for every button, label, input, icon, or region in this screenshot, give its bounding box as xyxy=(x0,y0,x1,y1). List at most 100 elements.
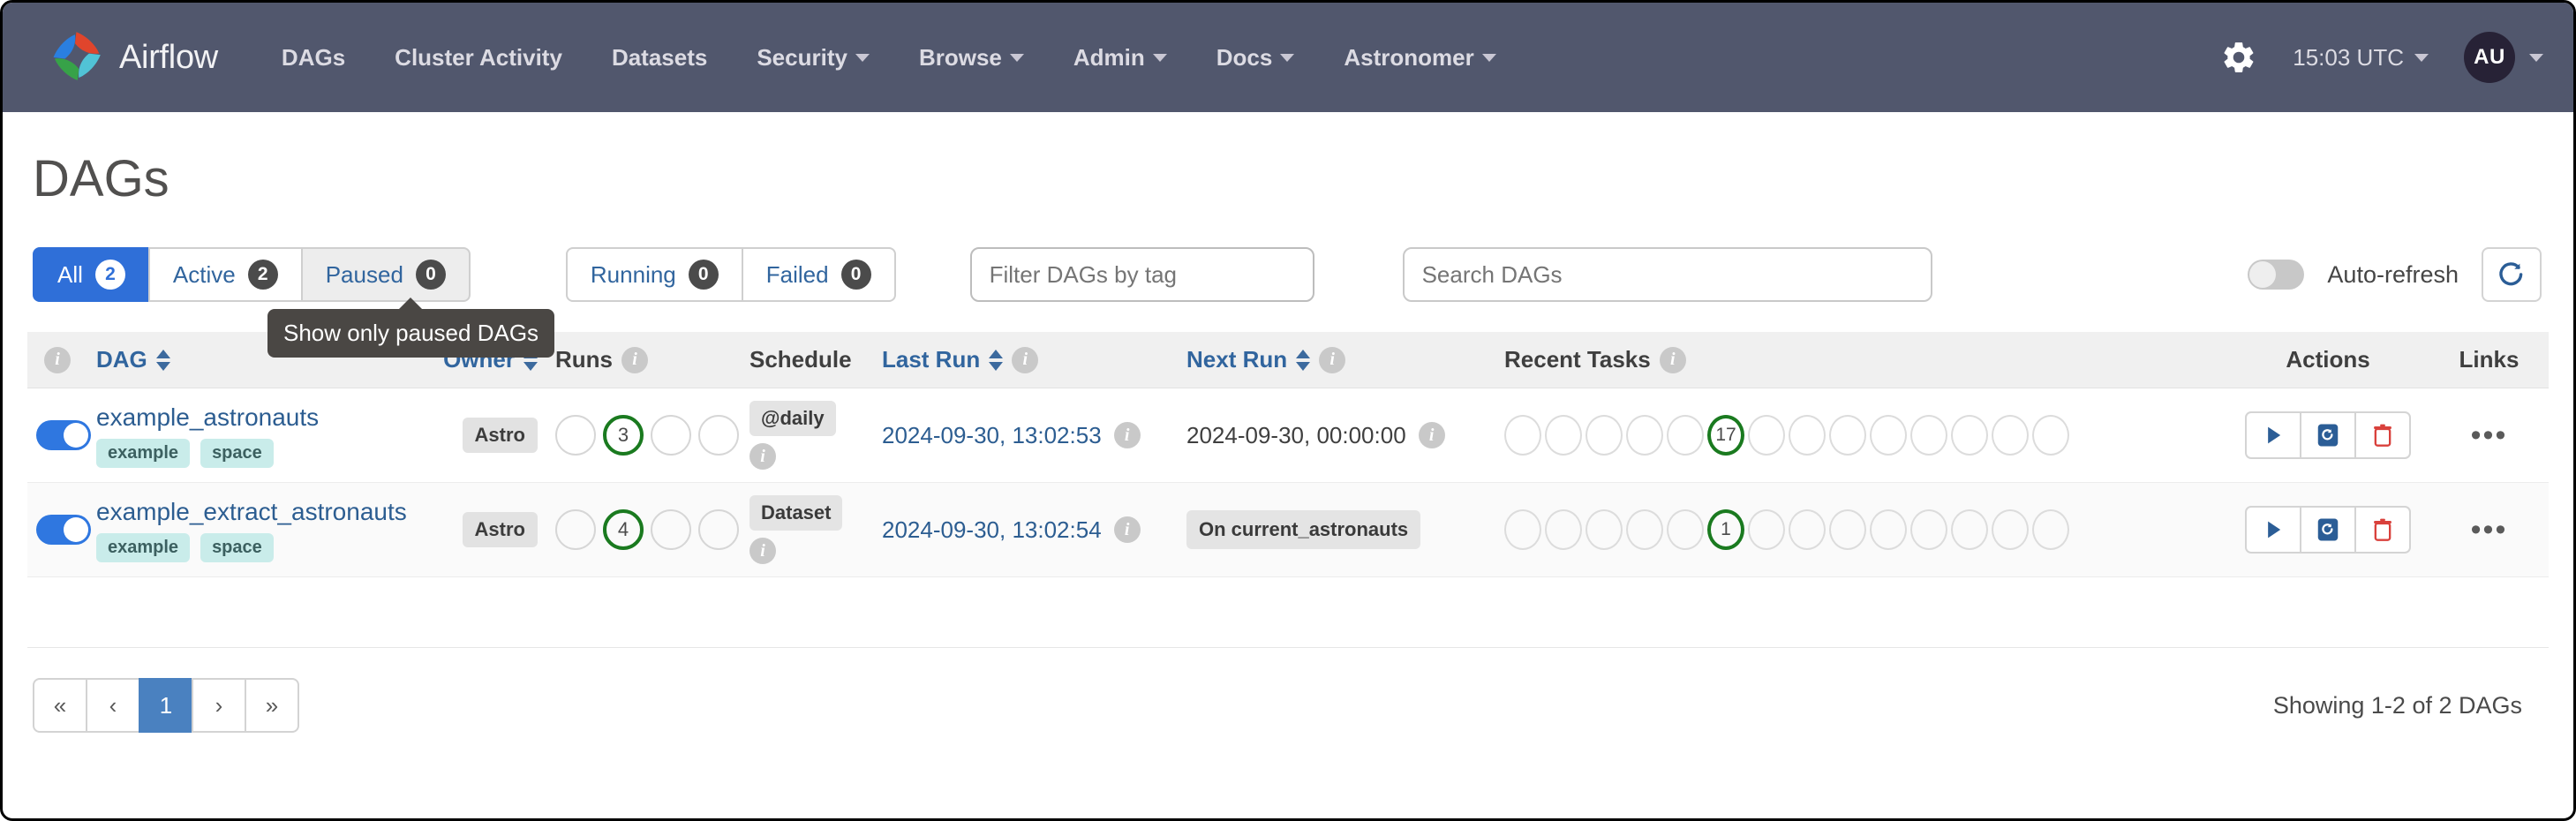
header-last-run[interactable]: Last Run i xyxy=(873,332,1178,388)
clear-dag-button[interactable] xyxy=(2300,506,2356,554)
dag-tag-1[interactable]: space xyxy=(200,439,274,468)
task-state-circle-10[interactable] xyxy=(1910,415,1947,456)
delete-dag-button[interactable] xyxy=(2354,411,2411,459)
refresh-button[interactable] xyxy=(2482,247,2542,302)
dag-tag-1[interactable]: space xyxy=(200,533,274,562)
auto-refresh-toggle[interactable] xyxy=(2248,260,2304,290)
nav-item-datasets[interactable]: Datasets xyxy=(587,34,732,82)
pagination-button-3[interactable]: › xyxy=(192,678,246,733)
task-state-circle-12[interactable] xyxy=(1992,509,2029,550)
tab-active[interactable]: Active 2 xyxy=(148,247,303,302)
info-icon[interactable]: i xyxy=(1319,347,1345,373)
task-state-circle-7[interactable] xyxy=(1789,415,1826,456)
run-state-circle-0[interactable] xyxy=(555,509,596,550)
dag-links-menu-button[interactable]: ••• xyxy=(2471,418,2508,452)
nav-item-docs[interactable]: Docs xyxy=(1192,34,1320,82)
clear-dag-button[interactable] xyxy=(2300,411,2356,459)
tab-paused[interactable]: Paused 0 xyxy=(301,247,471,302)
tab-running[interactable]: Running 0 xyxy=(566,247,743,302)
run-state-circle-2[interactable] xyxy=(651,415,691,456)
task-state-circle-9[interactable] xyxy=(1870,509,1907,550)
info-icon[interactable]: i xyxy=(1012,347,1038,373)
search-input[interactable] xyxy=(1403,247,1932,302)
sort-icon[interactable] xyxy=(989,350,1003,371)
dag-name-link[interactable]: example_extract_astronauts xyxy=(96,498,423,526)
nav-item-astronomer[interactable]: Astronomer xyxy=(1319,34,1520,82)
run-state-circle-3[interactable] xyxy=(698,509,739,550)
task-state-circle-6[interactable] xyxy=(1748,415,1785,456)
nav-item-cluster-activity[interactable]: Cluster Activity xyxy=(370,34,587,82)
pagination-current-page[interactable]: 1 xyxy=(139,678,193,733)
task-state-circle-4[interactable] xyxy=(1667,415,1704,456)
info-icon[interactable]: i xyxy=(44,347,71,373)
dag-pause-toggle[interactable] xyxy=(36,420,91,450)
info-icon[interactable]: i xyxy=(621,347,648,373)
pagination-button-0[interactable]: « xyxy=(33,678,87,733)
task-state-circle-3[interactable] xyxy=(1626,415,1663,456)
tag-filter-input[interactable] xyxy=(970,247,1314,302)
info-icon[interactable]: i xyxy=(1419,422,1445,448)
run-state-circle-1[interactable]: 4 xyxy=(603,509,644,550)
tab-failed[interactable]: Failed 0 xyxy=(742,247,896,302)
next-run-badge[interactable]: On current_astronauts xyxy=(1186,510,1420,549)
dag-links-menu-button[interactable]: ••• xyxy=(2471,513,2508,546)
info-icon[interactable]: i xyxy=(1114,516,1141,543)
nav-item-browse[interactable]: Browse xyxy=(894,34,1049,82)
task-state-circle-12[interactable] xyxy=(1992,415,2029,456)
task-state-circle-2[interactable] xyxy=(1586,509,1623,550)
run-state-circle-1[interactable]: 3 xyxy=(603,415,644,456)
task-state-circle-4[interactable] xyxy=(1667,509,1704,550)
brand-home-link[interactable]: Airflow xyxy=(43,26,218,89)
nav-item-admin[interactable]: Admin xyxy=(1049,34,1192,82)
trigger-dag-button[interactable] xyxy=(2245,411,2301,459)
dag-pause-toggle[interactable] xyxy=(36,515,91,545)
schedule-badge[interactable]: @daily xyxy=(749,401,836,436)
task-state-circle-3[interactable] xyxy=(1626,509,1663,550)
dag-name-link[interactable]: example_astronauts xyxy=(96,403,423,432)
last-run-value[interactable]: 2024-09-30, 13:02:54 xyxy=(882,516,1102,544)
task-state-circle-1[interactable] xyxy=(1545,509,1582,550)
pagination-button-4[interactable]: » xyxy=(245,678,299,733)
header-next-run[interactable]: Next Run i xyxy=(1178,332,1495,388)
dag-tag-0[interactable]: example xyxy=(96,439,190,468)
info-icon[interactable]: i xyxy=(1660,347,1686,373)
run-state-circle-0[interactable] xyxy=(555,415,596,456)
paused-tab-tooltip: Show only paused DAGs xyxy=(267,309,554,358)
sort-icon[interactable] xyxy=(1296,350,1310,371)
run-state-circle-2[interactable] xyxy=(651,509,691,550)
tab-all[interactable]: All 2 xyxy=(33,247,150,302)
task-state-circle-13[interactable] xyxy=(2032,415,2069,456)
gear-icon[interactable] xyxy=(2220,39,2257,76)
task-state-circle-5[interactable]: 17 xyxy=(1707,415,1744,456)
dag-tag-0[interactable]: example xyxy=(96,533,190,562)
last-run-value[interactable]: 2024-09-30, 13:02:53 xyxy=(882,422,1102,449)
task-state-circle-5[interactable]: 1 xyxy=(1707,509,1744,550)
trigger-dag-button[interactable] xyxy=(2245,506,2301,554)
info-icon[interactable]: i xyxy=(749,443,776,470)
sort-icon[interactable] xyxy=(156,350,170,371)
task-state-circle-0[interactable] xyxy=(1504,415,1541,456)
run-state-tab-group: Running 0 Failed 0 xyxy=(566,247,896,302)
info-icon[interactable]: i xyxy=(749,538,776,564)
task-state-circle-8[interactable] xyxy=(1829,509,1866,550)
nav-item-security[interactable]: Security xyxy=(732,34,894,82)
user-menu[interactable]: AU xyxy=(2464,32,2543,83)
timezone-selector[interactable]: 15:03 UTC xyxy=(2293,44,2429,72)
task-state-circle-11[interactable] xyxy=(1951,415,1988,456)
task-state-circle-13[interactable] xyxy=(2032,509,2069,550)
task-state-circle-1[interactable] xyxy=(1545,415,1582,456)
task-state-circle-9[interactable] xyxy=(1870,415,1907,456)
task-state-circle-0[interactable] xyxy=(1504,509,1541,550)
schedule-badge[interactable]: Dataset xyxy=(749,495,842,531)
task-state-circle-8[interactable] xyxy=(1829,415,1866,456)
task-state-circle-2[interactable] xyxy=(1586,415,1623,456)
task-state-circle-10[interactable] xyxy=(1910,509,1947,550)
info-icon[interactable]: i xyxy=(1114,422,1141,448)
pagination-button-1[interactable]: ‹ xyxy=(86,678,140,733)
delete-dag-button[interactable] xyxy=(2354,506,2411,554)
task-state-circle-7[interactable] xyxy=(1789,509,1826,550)
task-state-circle-6[interactable] xyxy=(1748,509,1785,550)
task-state-circle-11[interactable] xyxy=(1951,509,1988,550)
nav-item-dags[interactable]: DAGs xyxy=(257,34,370,82)
run-state-circle-3[interactable] xyxy=(698,415,739,456)
